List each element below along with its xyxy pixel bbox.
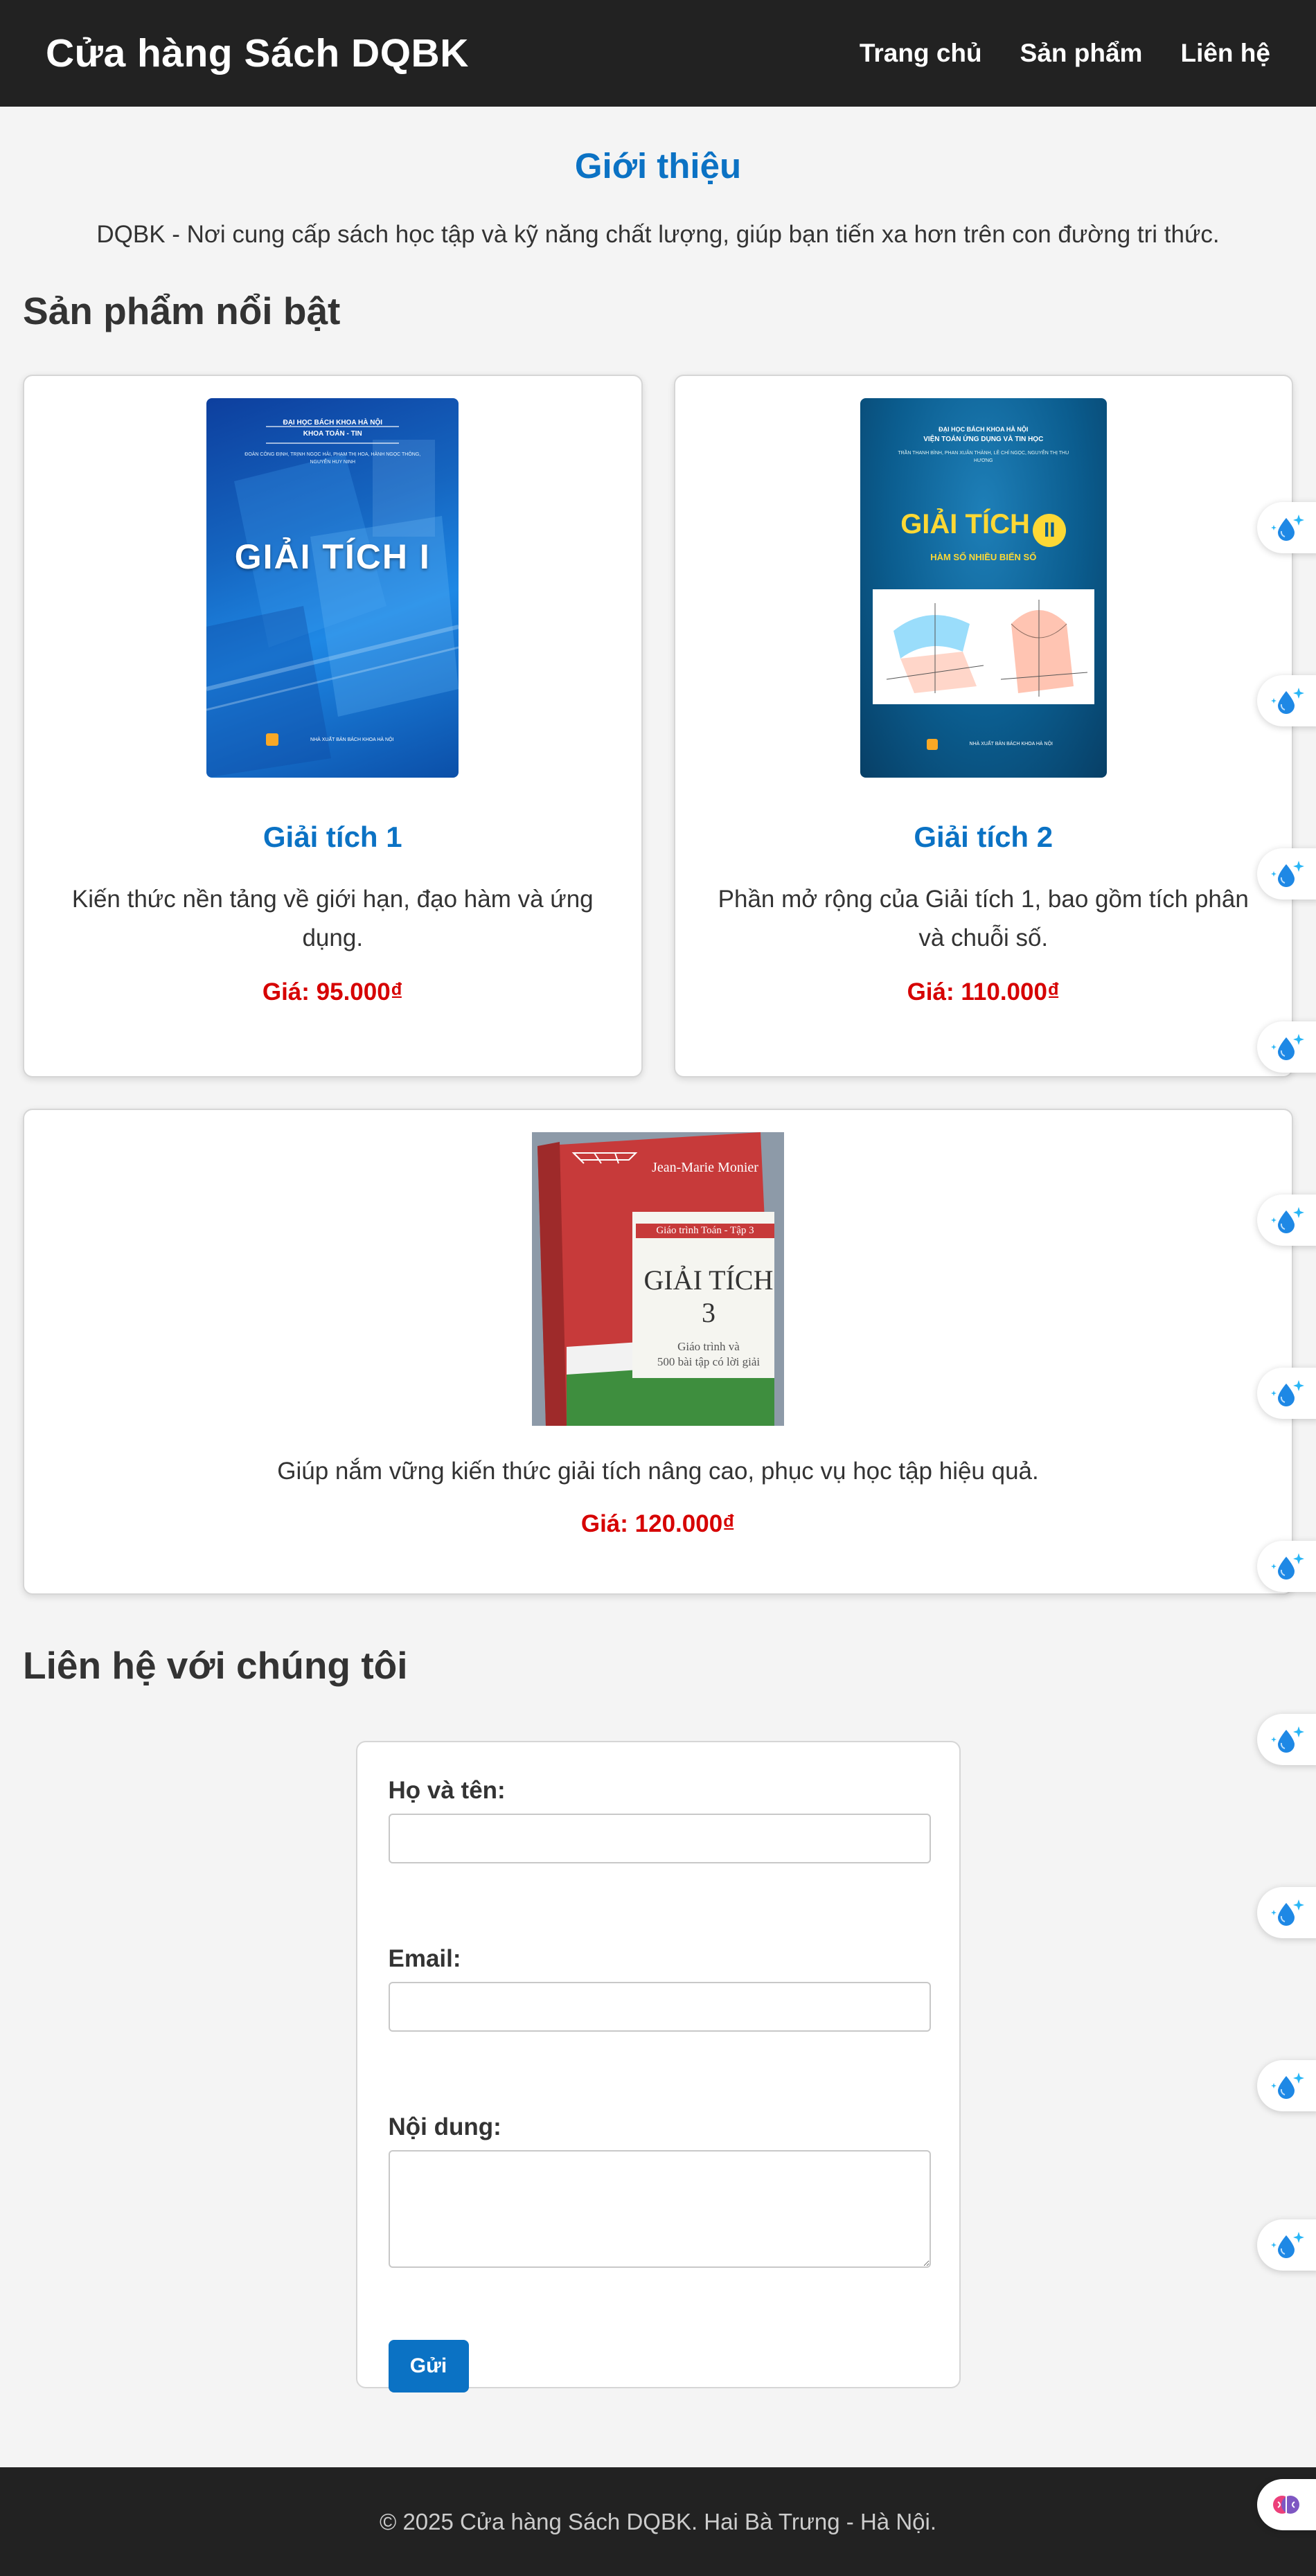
cover-subtitle-line2: 500 bài tập có lời giải [657, 1355, 761, 1368]
contact-form: Họ và tên: Email: Nội dung: Gửi [355, 1741, 961, 2392]
site-footer: © 2025 Cửa hàng Sách DQBK. Hai Bà Trưng … [0, 2467, 1316, 2576]
water-drop-sparkle-icon[interactable] [1257, 848, 1316, 900]
cover-subtitle: HÀM SỐ NHIỀU BIẾN SỐ [930, 552, 1037, 562]
water-drop-sparkle-icon[interactable] [1257, 1541, 1316, 1592]
cover-subtitle-line1: Giáo trình và [677, 1340, 740, 1353]
message-label: Nội dung: [388, 2113, 501, 2140]
cover-authors: TRẦN THANH BÌNH, PHAN XUÂN THÀNH, LÊ CHÍ… [898, 451, 1069, 463]
footer-text: © 2025 Cửa hàng Sách DQBK. Hai Bà Trưng … [379, 2508, 937, 2534]
site-header: Cửa hàng Sách DQBK Trang chủ Sản phẩm Li… [0, 0, 1316, 107]
book-cover-giai-tich-1[interactable]: ĐẠI HỌC BÁCH KHOA HÀ NỘI KHOA TOÁN - TIN… [206, 398, 459, 778]
cover-author: Jean-Marie Monier [652, 1160, 758, 1175]
water-drop-sparkle-icon[interactable] [1257, 502, 1316, 553]
water-drop-sparkle-icon[interactable] [1257, 2219, 1316, 2271]
cover-title: GIẢI TÍCH I [234, 537, 431, 576]
publisher-logo-icon [266, 733, 279, 746]
submit-button[interactable]: Gửi [388, 2340, 469, 2392]
product-name[interactable]: Giải tích 2 [703, 821, 1265, 854]
product-price: Giá: 95.000₫ [262, 978, 403, 1005]
intro-text: DQBK - Nơi cung cấp sách học tập và kỹ n… [96, 221, 1220, 248]
product-description: Phần mở rộng của Giải tích 1, bao gồm tí… [718, 886, 1249, 951]
cover-publisher-bottom: NHÀ XUẤT BẢN BÁCH KHOA HÀ NỘI [310, 737, 394, 742]
cover-publisher-top: ĐẠI HỌC BÁCH KHOA HÀ NỘI [283, 419, 382, 427]
products-title: Sản phẩm nổi bật [23, 289, 341, 332]
email-label: Email: [388, 1945, 461, 1972]
product-card: ĐẠI HỌC BÁCH KHOA HÀ NỘI KHOA TOÁN - TIN… [23, 375, 643, 1077]
message-field[interactable] [388, 2150, 931, 2268]
book-cover-giai-tich-3[interactable]: Jean-Marie Monier Giáo trình Toán - Tập … [532, 1132, 784, 1426]
publisher-logo-icon [926, 739, 938, 750]
product-description: Giúp nắm vững kiến thức giải tích nâng c… [277, 1458, 1039, 1485]
cover-title: GIẢI TÍCH 3 [643, 1264, 774, 1328]
brain-icon[interactable] [1257, 2479, 1316, 2530]
cover-series: Giáo trình Toán - Tập 3 [636, 1224, 774, 1238]
nav-home[interactable]: Trang chủ [860, 39, 982, 68]
product-description: Kiến thức nền tảng về giới hạn, đạo hàm … [71, 886, 594, 951]
intro-section: Giới thiệu DQBK - Nơi cung cấp sách học … [0, 145, 1316, 249]
email-field[interactable] [388, 1982, 931, 2032]
water-drop-sparkle-icon[interactable] [1257, 675, 1316, 726]
nav-contact[interactable]: Liên hệ [1180, 39, 1270, 68]
cover-department: KHOA TOÁN - TIN [303, 430, 362, 438]
product-price: Giá: 120.000₫ [580, 1510, 736, 1537]
cover-department: VIỆN TOÁN ỨNG DỤNG VÀ TIN HỌC [923, 436, 1044, 443]
contact-title: Liên hệ với chúng tôi [23, 1644, 408, 1687]
product-grid: ĐẠI HỌC BÁCH KHOA HÀ NỘI KHOA TOÁN - TIN… [23, 375, 1293, 1077]
product-name[interactable]: Giải tích 1 [52, 821, 614, 854]
product-card: ĐẠI HỌC BÁCH KHOA HÀ NỘI VIỆN TOÁN ỨNG D… [673, 375, 1293, 1077]
name-label: Họ và tên: [388, 1777, 506, 1804]
nav-products[interactable]: Sản phẩm [1020, 39, 1143, 68]
name-field[interactable] [388, 1814, 931, 1863]
water-drop-sparkle-icon[interactable] [1257, 2060, 1316, 2111]
cover-title-badge: II [1033, 513, 1067, 547]
cover-publisher-bottom: NHÀ XUẤT BẢN BÁCH KHOA HÀ NỘI [969, 742, 1053, 746]
product-card: Jean-Marie Monier Giáo trình Toán - Tập … [23, 1109, 1293, 1595]
water-drop-sparkle-icon[interactable] [1257, 1021, 1316, 1073]
site-logo[interactable]: Cửa hàng Sách DQBK [46, 30, 469, 76]
main-nav: Trang chủ Sản phẩm Liên hệ [860, 39, 1270, 68]
product-price: Giá: 110.000₫ [907, 978, 1060, 1005]
water-drop-sparkle-icon[interactable] [1257, 1887, 1316, 1938]
cover-title: GIẢI TÍCH [900, 509, 1030, 539]
book-cover-giai-tich-2[interactable]: ĐẠI HỌC BÁCH KHOA HÀ NỘI VIỆN TOÁN ỨNG D… [860, 398, 1107, 778]
cover-authors: ĐOÀN CÔNG ĐỊNH, TRỊNH NGỌC HẢI, PHẠM THỊ… [244, 452, 421, 465]
water-drop-sparkle-icon[interactable] [1257, 1368, 1316, 1419]
cover-publisher-top: ĐẠI HỌC BÁCH KHOA HÀ NỘI [939, 426, 1029, 433]
water-drop-sparkle-icon[interactable] [1257, 1195, 1316, 1246]
surface-plot-illustration [872, 589, 1094, 704]
water-drop-sparkle-icon[interactable] [1257, 1714, 1316, 1765]
intro-title: Giới thiệu [574, 146, 742, 186]
